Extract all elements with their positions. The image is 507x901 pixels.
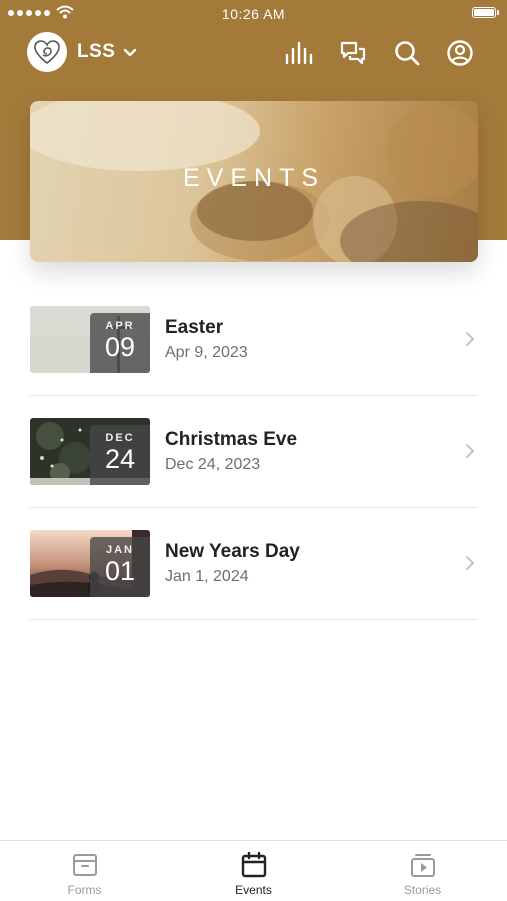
event-thumbnail: APR 09 — [30, 306, 150, 373]
list-item[interactable]: JAN 01 New Years Day Jan 1, 2024 — [30, 508, 478, 620]
search-icon[interactable] — [392, 38, 422, 68]
event-date: Apr 9, 2023 — [165, 344, 248, 361]
play-stack-icon — [410, 851, 436, 879]
event-title: Easter — [165, 317, 224, 338]
status-bar: 10:26 AM — [0, 0, 507, 28]
event-thumbnail: JAN 01 — [30, 530, 150, 597]
status-time: 10:26 AM — [221, 6, 286, 22]
chevron-down-icon — [124, 48, 137, 57]
date-badge: APR 09 — [90, 313, 150, 373]
tab-bar: Forms Events Stories — [0, 840, 507, 901]
tab-stories[interactable]: Stories — [338, 841, 507, 901]
event-date: Dec 24, 2023 — [165, 456, 261, 473]
profile-icon[interactable] — [445, 38, 475, 68]
event-title: Christmas Eve — [165, 429, 298, 450]
tab-events[interactable]: Events — [169, 841, 338, 901]
date-month: JAN — [105, 544, 134, 556]
list-item[interactable]: DEC 24 Christmas Eve Dec 24, 2023 — [30, 396, 478, 508]
list-item[interactable]: APR 09 Easter Apr 9, 2023 — [30, 284, 478, 396]
archive-box-icon — [72, 851, 98, 879]
org-logo — [27, 32, 67, 72]
event-title: New Years Day — [165, 541, 300, 562]
battery-icon — [472, 7, 499, 18]
chevron-right-icon — [466, 444, 474, 458]
date-month: DEC — [105, 432, 135, 444]
org-switcher[interactable]: LSS — [27, 32, 137, 72]
event-date: Jan 1, 2024 — [165, 568, 249, 585]
events-hero-banner[interactable]: EVENTS — [30, 101, 478, 262]
date-day: 01 — [104, 556, 136, 586]
date-badge: JAN 01 — [90, 537, 150, 597]
bar-chart-icon[interactable] — [284, 38, 314, 68]
event-thumbnail: DEC 24 — [30, 418, 150, 485]
date-month: APR — [105, 320, 135, 332]
heart-spiral-logo-icon — [34, 40, 60, 65]
chevron-right-icon — [466, 556, 474, 570]
event-list: APR 09 Easter Apr 9, 2023 DEC 24 Christm… — [30, 284, 478, 620]
date-day: 24 — [104, 444, 136, 474]
org-name: LSS — [77, 41, 116, 62]
chat-icon[interactable] — [338, 38, 368, 68]
date-badge: DEC 24 — [90, 425, 150, 485]
calendar-icon — [241, 851, 267, 879]
chevron-right-icon — [466, 332, 474, 346]
tab-label: Stories — [403, 883, 442, 897]
date-day: 09 — [104, 332, 136, 362]
tab-forms[interactable]: Forms — [0, 841, 169, 901]
hero-title: EVENTS — [182, 164, 326, 192]
tab-label: Forms — [67, 883, 102, 897]
tab-label: Events — [235, 883, 272, 897]
